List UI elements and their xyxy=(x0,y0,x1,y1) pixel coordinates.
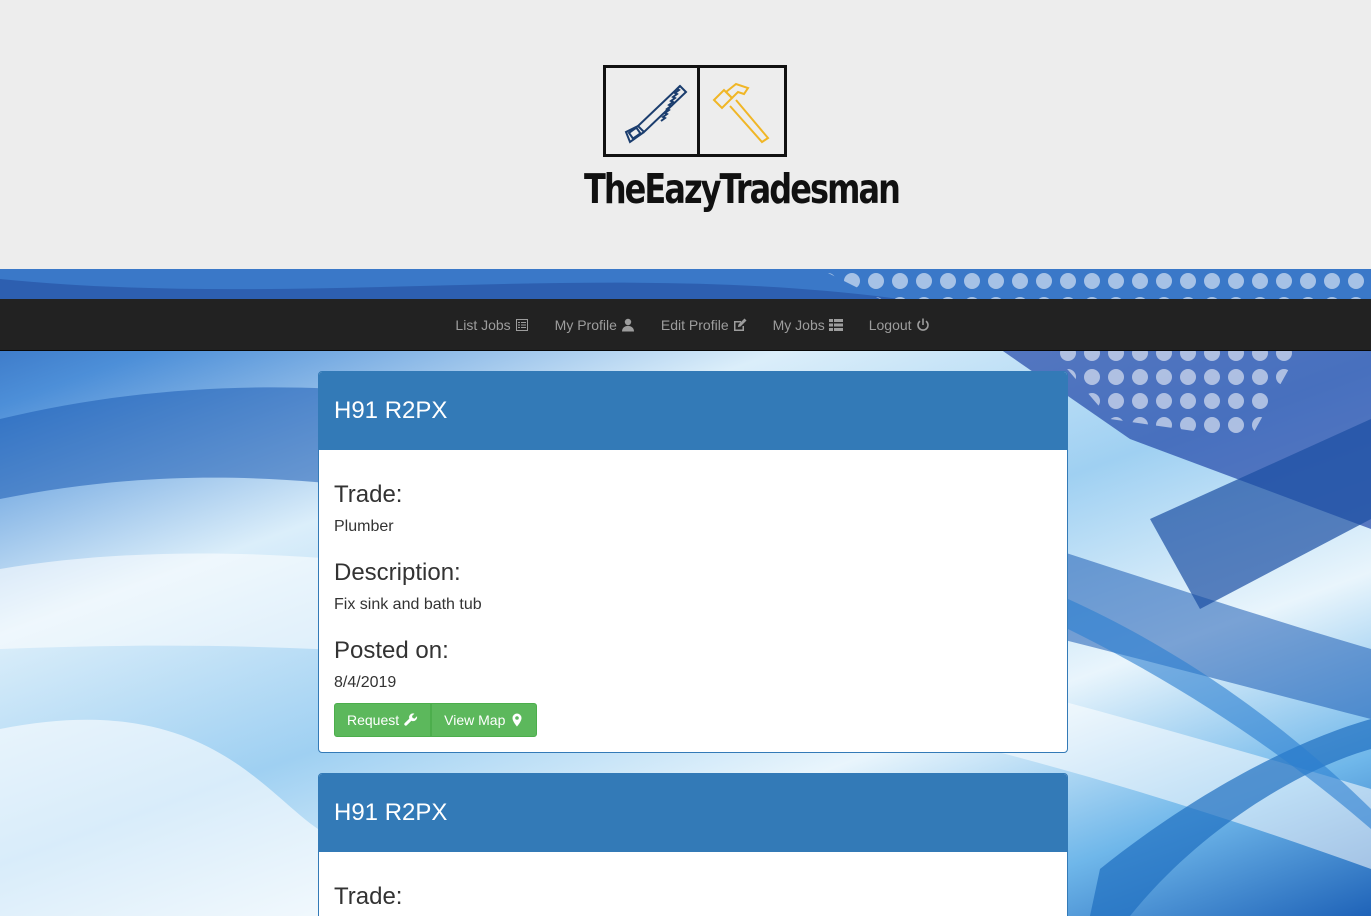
view-map-button-label: View Map xyxy=(444,712,506,728)
logo-frame xyxy=(603,65,787,157)
trade-label: Trade: xyxy=(334,481,403,508)
trade-value: Plumber xyxy=(334,518,394,535)
wrench-icon xyxy=(404,713,418,726)
nav-logout[interactable]: Logout xyxy=(856,317,943,333)
job-card: H91 R2PX Trade: Plumber Description: Fix… xyxy=(318,371,1068,753)
power-off-icon xyxy=(916,318,929,331)
nav-item-label: Logout xyxy=(868,316,912,333)
nav-list-jobs[interactable]: List Jobs xyxy=(442,317,541,333)
job-card-title: H91 R2PX xyxy=(319,372,1067,450)
description-label: Description: xyxy=(334,559,461,586)
map-marker-icon xyxy=(512,713,522,727)
job-actions: Request View Map xyxy=(334,703,1052,737)
posted-value: 8/4/2019 xyxy=(334,674,397,691)
nav-my-profile[interactable]: My Profile xyxy=(542,317,648,333)
main-navbar: List Jobs My Profile Edit Profile My Job… xyxy=(0,299,1371,351)
request-button-label: Request xyxy=(347,712,400,728)
job-card: H91 R2PX Trade: xyxy=(318,773,1068,916)
edit-icon xyxy=(733,318,747,331)
nav-edit-profile[interactable]: Edit Profile xyxy=(648,317,760,333)
job-card-title: H91 R2PX xyxy=(319,774,1067,852)
brand-name: TheEazyTradesman xyxy=(584,165,901,213)
request-button[interactable]: Request xyxy=(334,703,432,737)
saw-icon xyxy=(624,84,688,144)
nav-item-label: Edit Profile xyxy=(660,316,729,333)
trade-label: Trade: xyxy=(334,883,403,910)
description-value: Fix sink and bath tub xyxy=(334,596,482,613)
nav-item-label: My Jobs xyxy=(772,316,825,333)
logo-divider xyxy=(697,68,700,154)
site-header: TheEazyTradesman xyxy=(0,0,1371,269)
view-map-button[interactable]: View Map xyxy=(431,703,538,737)
list-alt-icon xyxy=(515,318,528,331)
hammer-icon xyxy=(712,82,770,144)
brand-logo[interactable]: TheEazyTradesman xyxy=(551,35,901,225)
th-list-icon xyxy=(828,318,843,331)
user-icon xyxy=(621,318,634,331)
nav-item-label: My Profile xyxy=(554,316,617,333)
nav-item-label: List Jobs xyxy=(455,316,511,333)
posted-label: Posted on: xyxy=(334,637,449,664)
nav-my-jobs[interactable]: My Jobs xyxy=(760,317,856,333)
